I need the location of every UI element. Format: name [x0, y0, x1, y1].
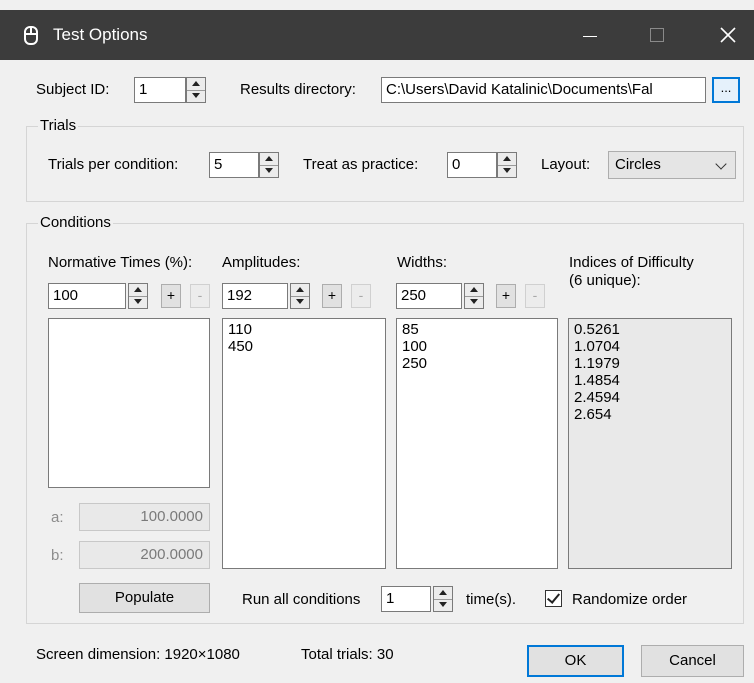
subject-id-input[interactable]: 1 [134, 77, 186, 103]
total-trials-text: Total trials: 30 [301, 646, 394, 663]
b-value-field: 200.0000 [79, 541, 210, 569]
title-bar[interactable]: Test Options [0, 10, 754, 60]
b-label: b: [51, 547, 64, 564]
trials-per-condition-input[interactable]: 5 [209, 152, 259, 178]
times-label: time(s). [466, 591, 516, 608]
run-all-count-input[interactable]: 1 [381, 586, 431, 612]
layout-select[interactable]: Circles [608, 151, 736, 179]
trials-group-title: Trials [38, 117, 79, 134]
list-item[interactable]: 2.4594 [574, 389, 726, 406]
amplitude-spinner[interactable] [290, 283, 310, 309]
results-directory-label: Results directory: [240, 81, 356, 98]
ok-button[interactable]: OK [527, 645, 624, 677]
run-all-count-spinner[interactable] [433, 586, 453, 612]
amplitude-input[interactable]: 192 [222, 283, 288, 309]
close-icon [720, 27, 736, 43]
difficulty-indices-list[interactable]: 0.5261 1.0704 1.1979 1.4854 2.4594 2.654 [568, 318, 732, 569]
list-item[interactable]: 85 [402, 321, 552, 338]
spin-down-icon[interactable] [260, 165, 278, 177]
add-amplitude-button[interactable]: + [322, 284, 342, 308]
add-width-button[interactable]: + [496, 284, 516, 308]
add-normative-time-button[interactable]: + [161, 284, 181, 308]
a-label: a: [51, 509, 64, 526]
spin-down-icon[interactable] [291, 296, 309, 308]
list-item[interactable]: 100 [402, 338, 552, 355]
treat-as-practice-spinner[interactable] [497, 152, 517, 178]
populate-button[interactable]: Populate [79, 583, 210, 613]
difficulty-label-line2: (6 unique): [569, 272, 641, 289]
spin-down-icon[interactable] [129, 296, 147, 308]
treat-as-practice-label: Treat as practice: [303, 156, 419, 173]
width-spinner[interactable] [464, 283, 484, 309]
width-input[interactable]: 250 [396, 283, 462, 309]
normative-time-input[interactable]: 100 [48, 283, 126, 309]
cancel-button[interactable]: Cancel [641, 645, 744, 677]
remove-normative-time-button[interactable]: - [190, 284, 210, 308]
amplitudes-list[interactable]: 110 450 [222, 318, 386, 569]
subject-id-spinner[interactable] [186, 77, 206, 103]
layout-label: Layout: [541, 156, 591, 173]
minimize-button[interactable] [566, 10, 614, 60]
normative-times-list[interactable] [48, 318, 210, 488]
list-item[interactable]: 1.4854 [574, 372, 726, 389]
widths-label: Widths: [397, 254, 448, 271]
remove-width-button[interactable]: - [525, 284, 545, 308]
remove-amplitude-button[interactable]: - [351, 284, 371, 308]
mouse-icon [24, 26, 38, 45]
normative-times-label: Normative Times (%): [48, 254, 193, 271]
randomize-order-checkbox[interactable] [545, 590, 562, 607]
widths-list[interactable]: 85 100 250 [396, 318, 558, 569]
trials-per-condition-label: Trials per condition: [48, 156, 179, 173]
layout-selected-value: Circles [615, 156, 661, 173]
list-item[interactable]: 250 [402, 355, 552, 372]
browse-button[interactable]: ... [712, 77, 740, 103]
test-options-dialog: Test Options Subject ID: 1 Results direc… [0, 0, 754, 683]
conditions-group-title: Conditions [38, 214, 113, 231]
treat-as-practice-input[interactable]: 0 [447, 152, 497, 178]
chevron-down-icon [715, 158, 727, 170]
maximize-button[interactable] [633, 10, 681, 60]
a-value-field: 100.0000 [79, 503, 210, 531]
list-item[interactable]: 110 [228, 321, 380, 338]
difficulty-label-line1: Indices of Difficulty [569, 254, 694, 271]
spin-down-icon[interactable] [465, 296, 483, 308]
spin-down-icon[interactable] [434, 599, 452, 611]
spin-down-icon[interactable] [187, 90, 205, 102]
trials-per-condition-spinner[interactable] [259, 152, 279, 178]
list-item[interactable]: 2.654 [574, 406, 726, 423]
screen-dimension-text: Screen dimension: 1920×1080 [36, 646, 240, 663]
run-all-conditions-label: Run all conditions [242, 591, 361, 608]
close-button[interactable] [706, 10, 754, 60]
amplitudes-label: Amplitudes: [222, 254, 301, 271]
list-item[interactable]: 450 [228, 338, 380, 355]
list-item[interactable]: 0.5261 [574, 321, 726, 338]
results-directory-input[interactable]: C:\Users\David Katalinic\Documents\Fal [381, 77, 706, 103]
subject-id-label: Subject ID: [36, 81, 110, 98]
spin-down-icon[interactable] [498, 165, 516, 177]
randomize-order-label[interactable]: Randomize order [572, 591, 687, 608]
normative-time-spinner[interactable] [128, 283, 148, 309]
list-item[interactable]: 1.0704 [574, 338, 726, 355]
window-title: Test Options [53, 25, 148, 44]
list-item[interactable]: 1.1979 [574, 355, 726, 372]
